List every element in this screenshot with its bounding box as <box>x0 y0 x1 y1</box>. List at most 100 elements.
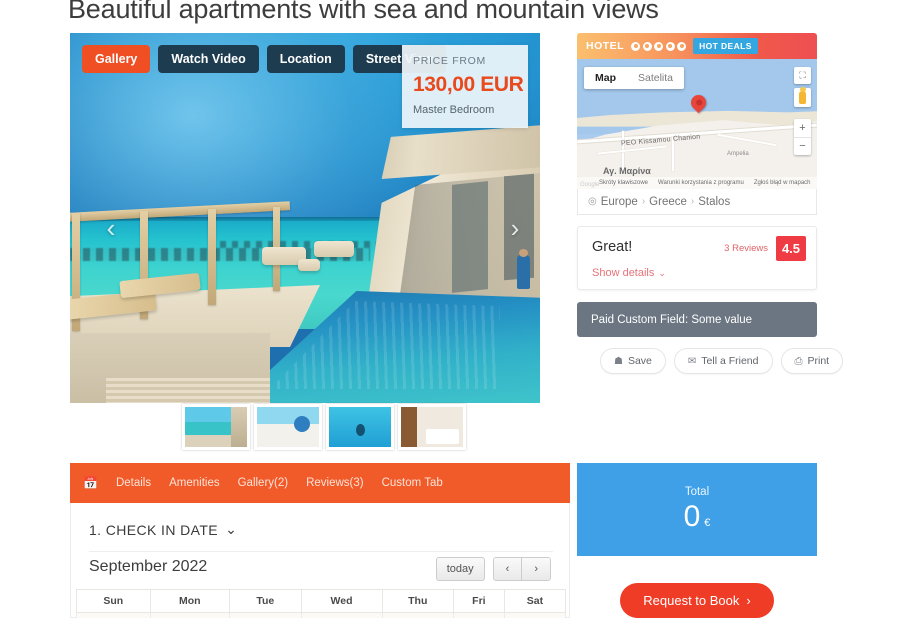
breadcrumb-separator: › <box>641 196 646 207</box>
calendar-nav-group[interactable]: today ‹ › <box>435 557 551 581</box>
calendar-day-cell[interactable]: 29 <box>149 612 231 618</box>
map-zoom-out-icon[interactable]: − <box>794 138 811 156</box>
calendar-header-row: Sun Mon Tue Wed Thu Fri Sat <box>76 589 567 613</box>
calendar-day-cell[interactable]: 2 <box>452 612 505 618</box>
gallery-tab-group[interactable]: Gallery Watch Video Location Street View <box>82 45 446 73</box>
calendar-week-row: 28 29 30 31 1 2 3 <box>76 612 567 618</box>
price-value: 130,00 EUR <box>413 73 524 96</box>
thumbnail-white-church[interactable] <box>254 404 322 450</box>
request-to-book-button[interactable]: Request to Book › <box>620 583 774 618</box>
print-button[interactable]: ⎙ Print <box>780 348 844 374</box>
map-tab-map[interactable]: Map <box>584 67 627 89</box>
calendar-prev-button[interactable]: ‹ <box>493 558 523 580</box>
tab-custom[interactable]: Custom Tab <box>382 477 443 489</box>
hot-deals-badge: HOT DEALS <box>693 38 758 54</box>
star-icon <box>677 41 687 51</box>
review-title: Great! <box>592 239 633 255</box>
check-in-date-step-header[interactable]: 1. CHECK IN DATE ⌄ <box>89 521 237 538</box>
gallery-tab-watch-video[interactable]: Watch Video <box>158 45 259 73</box>
calendar-grid[interactable]: Sun Mon Tue Wed Thu Fri Sat 28 29 30 31 <box>76 589 567 618</box>
chevron-right-icon: › <box>746 593 751 608</box>
show-details-label: Show details <box>592 267 655 279</box>
star-icon <box>665 41 675 51</box>
chevron-down-icon: ⌄ <box>658 267 666 278</box>
calendar-icon: 📅 <box>83 476 98 490</box>
gallery-prev-arrow[interactable]: ‹ <box>100 215 122 241</box>
request-to-book-label: Request to Book <box>643 593 740 608</box>
review-score-badge: 4.5 <box>776 236 806 261</box>
check-in-calendar-panel: 1. CHECK IN DATE ⌄ September 2022 today … <box>70 503 570 618</box>
calendar-header-fri: Fri <box>452 589 505 613</box>
page-title: Beautiful apartments with sea and mounta… <box>68 0 659 24</box>
breadcrumb-item-stalos[interactable]: Stalos <box>698 196 730 208</box>
outdoor-sofa-2 <box>314 241 354 257</box>
thumbnail-blue-water-swimmer[interactable] <box>326 404 394 450</box>
thumbnail-pool-sea-view[interactable] <box>182 404 250 450</box>
map-footer-links[interactable]: Skróty klawiszowe Warunki korzystania z … <box>577 177 817 189</box>
tab-gallery[interactable]: Gallery(2) <box>238 477 288 489</box>
calendar-prev-next-group[interactable]: ‹ › <box>492 557 551 581</box>
envelope-icon: ✉ <box>687 355 697 367</box>
location-pin-icon: ◎ <box>588 196 597 207</box>
tab-details[interactable]: Details <box>116 477 151 489</box>
calendar-day-cell[interactable]: 28 <box>76 612 151 618</box>
map-terms-link[interactable]: Warunki korzystania z programu <box>658 180 744 186</box>
tell-a-friend-label: Tell a Friend <box>701 355 759 367</box>
tab-reviews[interactable]: Reviews(3) <box>306 477 364 489</box>
tab-amenities[interactable]: Amenities <box>169 477 220 489</box>
map-tab-satellite[interactable]: Satelita <box>627 67 684 89</box>
star-icon <box>642 41 652 51</box>
price-from-label: PRICE FROM <box>413 55 486 67</box>
calendar-header-tue: Tue <box>229 589 302 613</box>
calendar-month-label: September 2022 <box>89 558 208 575</box>
action-button-group[interactable]: ☗ Save ✉ Tell a Friend ⎙ Print <box>600 348 844 374</box>
map-zoom-in-icon[interactable]: + <box>794 119 811 138</box>
map-type-tab-group[interactable]: Map Satelita <box>584 67 685 89</box>
calendar-day-cell[interactable]: 30 <box>229 612 302 618</box>
calendar-day-cell[interactable]: 3 <box>503 612 567 618</box>
map-fullscreen-icon[interactable]: ⛶ <box>794 67 811 84</box>
printer-icon: ⎙ <box>794 355 803 367</box>
review-count[interactable]: 3 Reviews <box>724 243 768 254</box>
thumbnail-bedroom-interior[interactable] <box>398 404 466 450</box>
breadcrumb-separator: › <box>690 196 695 207</box>
chevron-down-icon: ⌄ <box>225 521 238 537</box>
star-icon <box>654 41 664 51</box>
calendar-today-button[interactable]: today <box>435 557 485 581</box>
map-report-error-link[interactable]: Zgłoś błąd w mapach <box>754 180 811 186</box>
save-button[interactable]: ☗ Save <box>600 348 666 374</box>
map-zoom-controls[interactable]: + − <box>794 119 811 155</box>
bookmark-icon: ☗ <box>614 355 623 367</box>
map-pegman-icon[interactable] <box>794 87 811 107</box>
breadcrumb-item-greece[interactable]: Greece <box>649 196 687 208</box>
calendar-day-cell[interactable]: 1 <box>381 612 454 618</box>
calendar-header-sat: Sat <box>503 589 567 613</box>
booking-total-box: Total 0 € <box>577 463 817 556</box>
main-gallery-image[interactable]: Gallery Watch Video Location Street View… <box>70 33 540 403</box>
breadcrumb[interactable]: ◎ Europe › Greece › Stalos <box>577 189 817 215</box>
calendar-day-cell[interactable]: 31 <box>300 612 383 618</box>
save-label: Save <box>627 355 652 367</box>
person-figure <box>517 249 530 289</box>
calendar-header-wed: Wed <box>300 589 383 613</box>
star-icon <box>631 41 641 51</box>
calendar-header-sun: Sun <box>76 589 151 613</box>
print-label: Print <box>807 355 830 367</box>
total-amount-display: 0 € <box>684 500 711 534</box>
gallery-thumbnails[interactable] <box>182 404 466 450</box>
breadcrumb-item-europe[interactable]: Europe <box>601 196 638 208</box>
total-label: Total <box>684 485 710 498</box>
location-map[interactable]: PEO Kissamou Chanion Ampelia Αγ. Μαρίνα … <box>577 59 817 189</box>
content-tabs-bar[interactable]: 📅 Details Amenities Gallery(2) Reviews(3… <box>70 463 570 503</box>
gallery-tab-location[interactable]: Location <box>266 45 345 73</box>
show-details-link[interactable]: Show details ⌄ <box>592 267 666 279</box>
map-keyboard-shortcuts-link[interactable]: Skróty klawiszowe <box>599 180 648 186</box>
building-window-left <box>452 181 488 293</box>
divider <box>89 551 553 552</box>
hotel-label: HOTEL <box>586 40 625 52</box>
tell-a-friend-button[interactable]: ✉ Tell a Friend <box>673 348 773 374</box>
gallery-tab-gallery[interactable]: Gallery <box>82 45 151 73</box>
map-area-label: Αγ. Μαρίνα <box>603 166 651 176</box>
calendar-next-button[interactable]: › <box>522 558 550 580</box>
gallery-next-arrow[interactable]: › <box>504 215 526 241</box>
